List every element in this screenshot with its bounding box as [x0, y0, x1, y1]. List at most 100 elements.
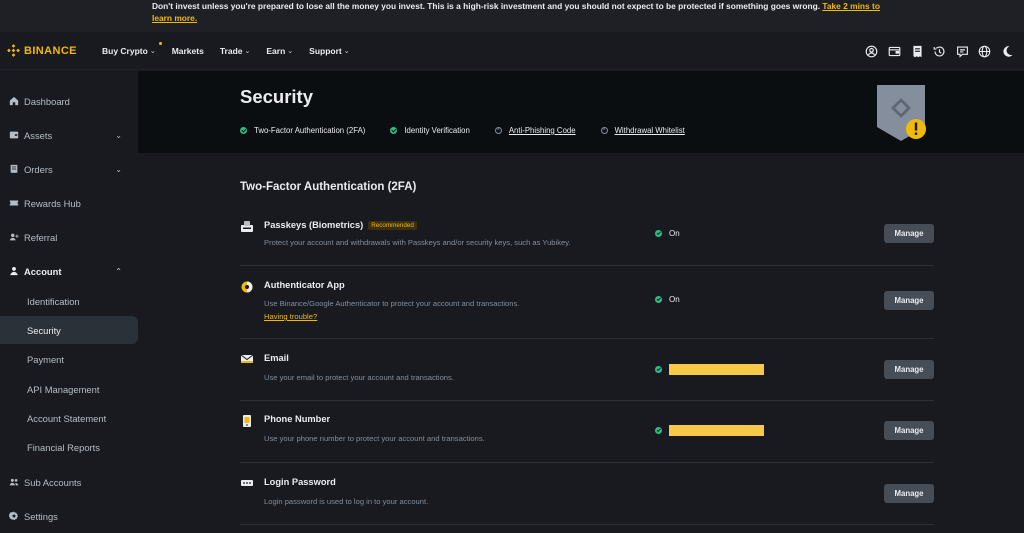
top-navbar: BINANCE Buy Crypto ⌄ Markets Trade ⌄ Earn ⌄…: [0, 32, 1024, 70]
sidebar-label: Financial Reports: [27, 441, 100, 453]
page-title: Security: [240, 86, 314, 107]
manage-phone-button[interactable]: Manage: [884, 421, 934, 440]
recommended-badge: Recommended: [368, 220, 417, 230]
sidebar-subitem-financial-reports[interactable]: Financial Reports: [0, 433, 138, 461]
sidebar-subitem-payment[interactable]: Payment: [0, 345, 138, 373]
row-title: Email: [264, 353, 289, 363]
sidebar-label: API Management: [27, 383, 100, 395]
row-description: Protect your account and withdrawals wit…: [264, 238, 571, 247]
row-description: Use your email to protect your account a…: [264, 373, 454, 382]
sidebar-subitem-api-management[interactable]: API Management: [0, 375, 138, 403]
sidebar-subitem-account-statement[interactable]: Account Statement: [0, 404, 138, 432]
manage-password-button[interactable]: Manage: [884, 484, 934, 503]
sidebar-item-settings[interactable]: Settings: [0, 502, 138, 530]
home-icon: [8, 96, 19, 107]
orders-icon[interactable]: [911, 45, 924, 58]
manage-passkeys-button[interactable]: Manage: [884, 224, 934, 243]
check-anti-phishing[interactable]: Anti-Phishing Code: [494, 126, 576, 135]
row-status: On: [655, 229, 680, 238]
row-status: [655, 364, 764, 375]
phone-icon: [240, 414, 254, 428]
ticket-icon: [8, 198, 19, 209]
learn-more-link-line2[interactable]: learn more.: [152, 13, 197, 23]
check-circle-icon: [655, 296, 662, 303]
sidebar-item-account[interactable]: Account ⌃: [0, 257, 138, 285]
history-icon[interactable]: [933, 45, 946, 58]
learn-more-link[interactable]: Take 2 mins to: [822, 1, 880, 11]
redacted-email-bar: [669, 364, 764, 375]
chevron-down-icon: ⌄: [115, 130, 122, 140]
sidebar-item-assets[interactable]: Assets ⌄: [0, 121, 138, 149]
check-label: Two-Factor Authentication (2FA): [254, 126, 366, 135]
sidebar-label: Rewards Hub: [24, 197, 81, 209]
globe-icon[interactable]: [978, 45, 991, 58]
user-icon: [8, 266, 19, 277]
nav-buy-crypto[interactable]: Buy Crypto ⌄: [102, 41, 162, 56]
sidebar-item-sub-accounts[interactable]: Sub Accounts: [0, 468, 138, 496]
check-link[interactable]: Withdrawal Whitelist: [615, 126, 685, 135]
nav-label: Markets: [171, 45, 204, 56]
email-icon: [240, 352, 254, 366]
header-actions: [856, 32, 1014, 70]
nav-label: Trade: [219, 45, 243, 56]
check-label: Identity Verification: [404, 126, 470, 135]
users-icon: [8, 477, 19, 488]
sidebar-label: Payment: [27, 353, 64, 365]
having-trouble-link[interactable]: Having trouble?: [264, 312, 317, 321]
nav-markets[interactable]: Markets: [172, 46, 204, 56]
sidebar-label: Security: [27, 324, 61, 336]
row-title: Passkeys (Biometrics) Recommended: [264, 220, 417, 230]
nav-trade[interactable]: Trade ⌄: [220, 46, 251, 56]
sidebar-item-orders[interactable]: Orders ⌄: [0, 155, 138, 183]
chevron-down-icon: ⌄: [149, 47, 156, 55]
row-description: Login password is used to log in to your…: [264, 497, 429, 506]
check-circle-icon: [655, 230, 662, 237]
binance-logo[interactable]: BINANCE: [7, 44, 95, 57]
x-circle-icon: [494, 127, 502, 134]
row-login-password: Login Password Login password is used to…: [240, 463, 934, 525]
nav-support[interactable]: Support ⌄: [309, 46, 349, 56]
row-description: Use Binance/Google Authenticator to prot…: [264, 299, 520, 308]
nav-label: Buy Crypto: [102, 45, 148, 56]
wallet-icon[interactable]: [888, 45, 901, 58]
row-title-text: Email: [264, 353, 289, 363]
chevron-down-icon: ⌄: [115, 164, 122, 174]
sidebar-subitem-identification[interactable]: Identification: [0, 287, 138, 315]
sidebar-label: Account: [24, 265, 62, 277]
row-description: Use your phone number to protect your ac…: [264, 434, 485, 443]
authenticator-icon: [240, 280, 254, 294]
sidebar-label: Referral: [24, 231, 58, 243]
nav-earn[interactable]: Earn ⌄: [266, 46, 293, 56]
row-title-text: Passkeys (Biometrics): [264, 220, 364, 230]
chevron-down-icon: ⌄: [287, 47, 294, 55]
sidebar-subitem-security[interactable]: Security: [0, 316, 138, 344]
theme-toggle-icon[interactable]: [1001, 45, 1014, 58]
risk-warning-text: Don't invest unless you're prepared to l…: [152, 1, 821, 11]
check-circle-icon: [655, 427, 662, 434]
section-title: Two-Factor Authentication (2FA): [240, 181, 417, 193]
sidebar-item-dashboard[interactable]: Dashboard: [0, 87, 138, 115]
manage-authenticator-button[interactable]: Manage: [884, 291, 934, 310]
orders-icon: [8, 164, 19, 175]
add-user-icon: [8, 232, 19, 243]
check-withdrawal-whitelist[interactable]: Withdrawal Whitelist: [600, 126, 685, 135]
user-icon[interactable]: [865, 45, 878, 58]
password-icon: [240, 476, 254, 490]
row-title: Authenticator App: [264, 280, 345, 290]
chevron-up-icon: ⌃: [115, 266, 122, 276]
check-link[interactable]: Anti-Phishing Code: [509, 126, 576, 135]
messages-icon[interactable]: [956, 45, 969, 58]
sidebar-item-rewards-hub[interactable]: Rewards Hub: [0, 189, 138, 217]
sidebar-item-referral[interactable]: Referral: [0, 223, 138, 251]
redacted-phone-bar: [669, 425, 764, 436]
chevron-down-icon: ⌄: [343, 47, 350, 55]
row-title-text: Authenticator App: [264, 280, 345, 290]
row-title-text: Login Password: [264, 477, 336, 487]
wallet-icon: [8, 130, 19, 141]
sidebar-label: Sub Accounts: [24, 476, 82, 488]
sidebar-label: Identification: [27, 295, 80, 307]
sidebar-label: Settings: [24, 510, 58, 522]
binance-logo-icon: [7, 44, 20, 57]
row-status: [655, 425, 764, 436]
manage-email-button[interactable]: Manage: [884, 360, 934, 379]
